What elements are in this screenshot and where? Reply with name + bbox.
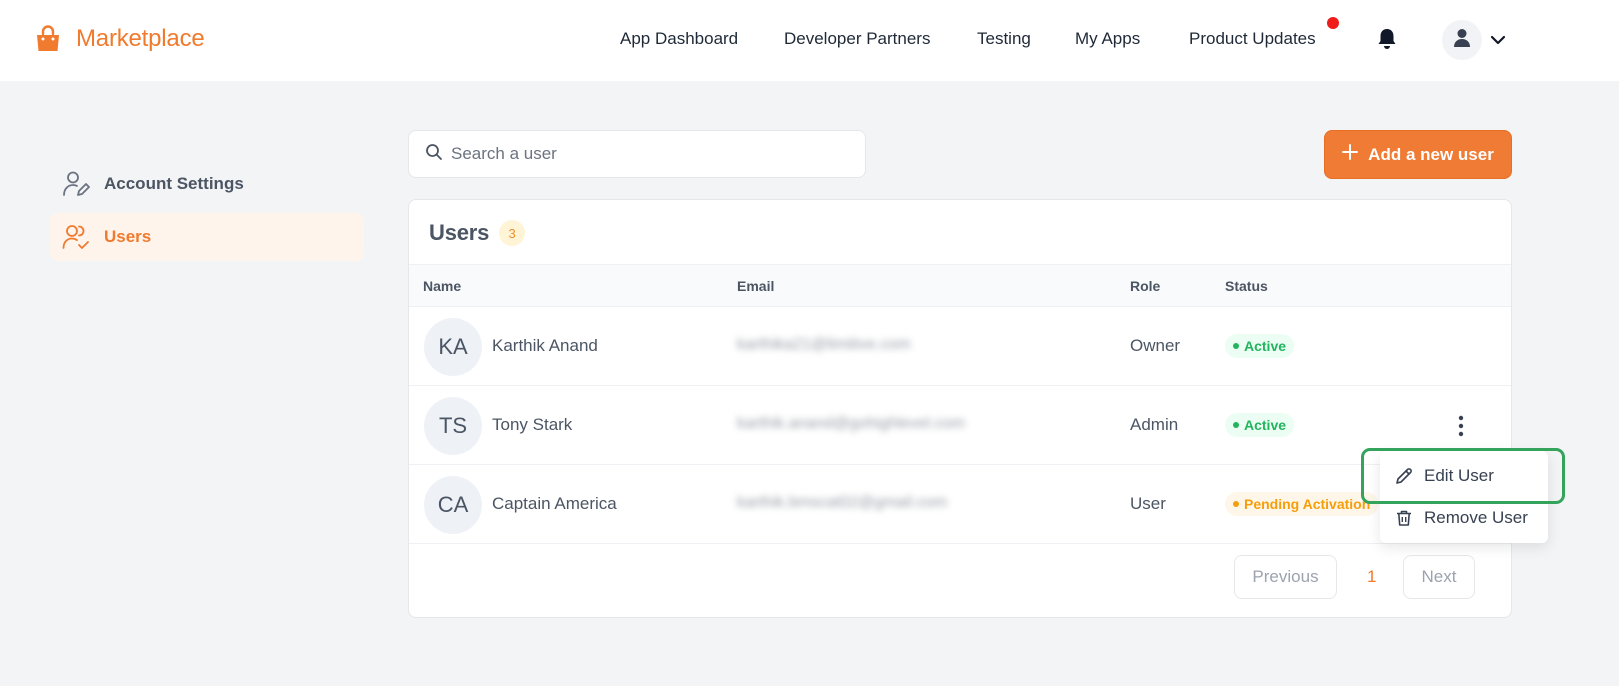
sidebar-item-users[interactable]: Users — [50, 213, 364, 261]
user-role: Admin — [1130, 415, 1179, 434]
status-badge: Pending Activation — [1225, 492, 1379, 516]
nav-my-apps[interactable]: My Apps — [1075, 29, 1140, 49]
plus-icon — [1342, 144, 1359, 165]
search-icon — [425, 143, 443, 166]
add-user-button[interactable]: Add a new user — [1324, 130, 1512, 179]
trash-icon — [1394, 508, 1414, 528]
table-row[interactable]: TS Tony Stark karthik.anand@gohighlevel.… — [409, 386, 1511, 465]
card-title: Users — [429, 220, 490, 245]
user-email: karthik.anand@gohighlevel.com — [737, 415, 965, 432]
search-box — [408, 130, 866, 178]
search-input[interactable] — [451, 144, 851, 164]
sidebar-item-label: Users — [104, 227, 152, 246]
bell-icon[interactable] — [1376, 27, 1398, 51]
user-icon — [1453, 28, 1471, 53]
menu-item-label: Remove User — [1424, 508, 1528, 527]
page-number[interactable]: 1 — [1367, 567, 1376, 587]
top-header: Marketplace App Dashboard Developer Part… — [0, 0, 1619, 81]
column-header-role[interactable]: Role — [1130, 278, 1160, 294]
card-header: Users 3 — [429, 220, 526, 246]
nav-testing[interactable]: Testing — [977, 29, 1031, 49]
status-dot — [1233, 422, 1239, 428]
table-row[interactable]: KA Karthik Anand karthika21@limitive.com… — [409, 307, 1511, 386]
status-dot — [1233, 501, 1239, 507]
status-badge: Active — [1225, 334, 1295, 358]
user-avatar-button[interactable] — [1442, 20, 1482, 60]
add-user-label: Add a new user — [1368, 144, 1494, 164]
column-header-status[interactable]: Status — [1225, 278, 1268, 294]
user-role: User — [1130, 494, 1166, 513]
user-name: Captain America — [492, 494, 617, 513]
next-page-button[interactable]: Next — [1403, 555, 1475, 599]
table-row[interactable]: CA Captain America karthik.bmscat02@gmai… — [409, 465, 1511, 544]
nav-product-updates[interactable]: Product Updates — [1189, 29, 1316, 49]
sidebar-item-account-settings[interactable]: Account Settings — [50, 160, 364, 208]
status-text: Pending Activation — [1244, 496, 1371, 512]
user-name: Karthik Anand — [492, 336, 598, 355]
remove-user-menu-item[interactable]: Remove User — [1380, 497, 1548, 539]
edit-user-menu-item[interactable]: Edit User — [1380, 455, 1548, 497]
user-name: Tony Stark — [492, 415, 573, 434]
user-email: karthik.bmscat02@gmail.com — [737, 494, 948, 511]
status-text: Active — [1244, 338, 1287, 354]
users-card: Users 3 Name Email Role Status KA Karthi… — [408, 199, 1512, 618]
user-edit-icon — [61, 169, 91, 199]
sidebar-item-label: Account Settings — [104, 174, 244, 193]
menu-item-label: Edit User — [1424, 466, 1494, 485]
column-header-email[interactable]: Email — [737, 278, 774, 294]
users-check-icon — [61, 222, 91, 252]
user-count-badge: 3 — [499, 220, 526, 246]
avatar: TS — [424, 397, 482, 455]
previous-page-button[interactable]: Previous — [1234, 555, 1337, 599]
user-email: karthika21@limitive.com — [737, 336, 911, 353]
row-action-menu: Edit User Remove User — [1380, 451, 1548, 543]
column-header-name[interactable]: Name — [423, 278, 461, 294]
nav-app-dashboard[interactable]: App Dashboard — [620, 29, 738, 49]
user-role: Owner — [1130, 336, 1181, 355]
status-badge: Active — [1225, 413, 1295, 437]
pencil-icon — [1394, 466, 1414, 486]
avatar: KA — [424, 318, 482, 376]
more-options-icon[interactable] — [1449, 412, 1473, 440]
notification-dot — [1327, 17, 1339, 29]
status-dot — [1233, 343, 1239, 349]
table-header: Name Email Role Status — [409, 264, 1511, 307]
status-text: Active — [1244, 417, 1287, 433]
avatar: CA — [424, 476, 482, 534]
nav-developer-partners[interactable]: Developer Partners — [784, 29, 930, 49]
chevron-down-icon[interactable] — [1489, 31, 1507, 49]
